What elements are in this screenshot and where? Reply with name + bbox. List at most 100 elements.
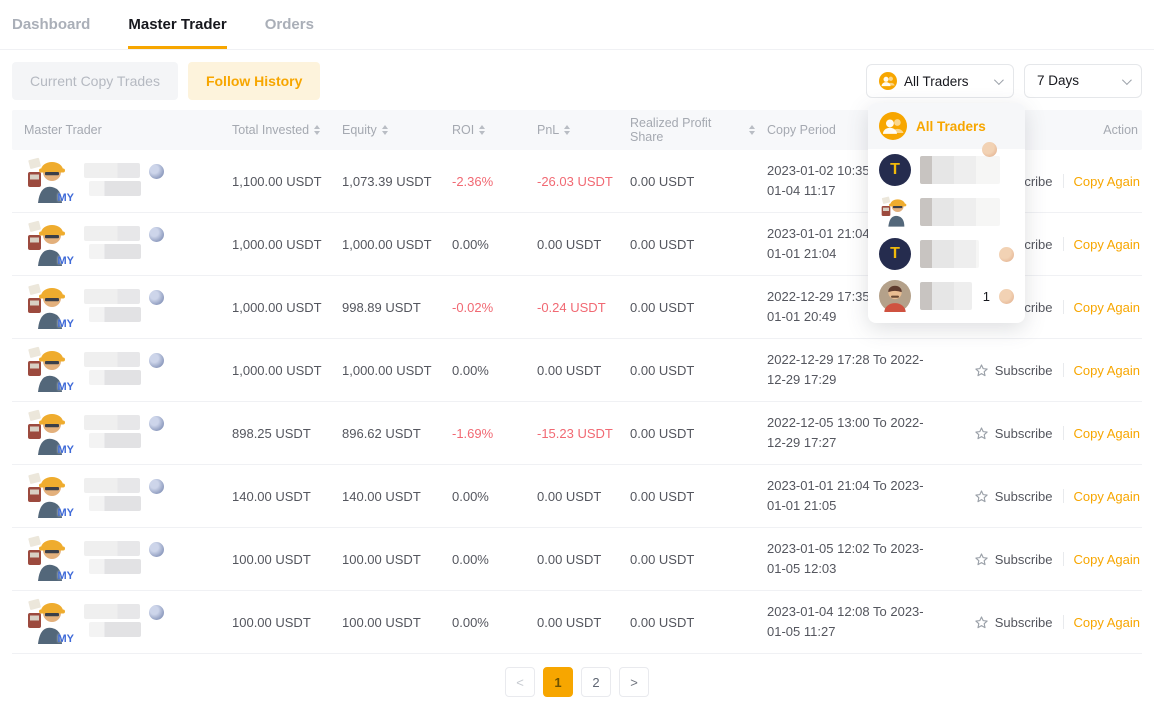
copy-again-button[interactable]: Copy Again — [1074, 426, 1141, 441]
trader-name-blurred — [84, 226, 164, 259]
action-divider — [1063, 489, 1064, 503]
my-badge: MY — [58, 318, 75, 330]
pnl-value: 0.00 USDT — [525, 489, 618, 504]
emoji-icon — [999, 247, 1014, 262]
nav-master-trader[interactable]: Master Trader — [128, 16, 226, 49]
copy-again-button[interactable]: Copy Again — [1074, 363, 1141, 378]
column-header: ROI — [440, 123, 525, 137]
equity-value: 896.62 USDT — [330, 426, 440, 441]
trader-avatar: MY — [24, 346, 72, 394]
subscribe-label: Subscribe — [995, 489, 1053, 504]
roi-value: 0.00% — [440, 615, 525, 630]
copy-period-line2: 01-05 12:03 — [767, 559, 937, 579]
sort-icon[interactable] — [479, 125, 485, 135]
trader-name-blurred — [920, 282, 972, 310]
sort-icon[interactable] — [314, 125, 320, 135]
copy-period-value: 2023-01-05 12:02 To 2023- 01-05 12:03 — [755, 539, 937, 579]
master-trader-cell[interactable]: MY — [12, 220, 220, 268]
dropdown-item-all-traders[interactable]: All Traders — [868, 103, 1025, 149]
equity-value: 140.00 USDT — [330, 489, 440, 504]
dropdown-trader-item[interactable]: T — [868, 233, 1025, 275]
master-trader-cell[interactable]: MY — [12, 346, 220, 394]
total-invested-value: 898.25 USDT — [220, 426, 330, 441]
column-header-label: Equity — [342, 123, 377, 137]
period-filter-select[interactable]: 7 Days — [1024, 64, 1142, 98]
dropdown-trader-item[interactable]: T 1 — [868, 275, 1025, 317]
column-header: Equity — [330, 123, 440, 137]
star-icon — [974, 426, 989, 441]
subscribe-button[interactable]: Subscribe — [974, 363, 1053, 378]
period-filter-value: 7 Days — [1037, 71, 1079, 92]
trader-avatar: MY — [24, 157, 72, 205]
sort-icon[interactable] — [564, 125, 570, 135]
master-trader-cell[interactable]: MY — [12, 535, 220, 583]
equity-value: 1,073.39 USDT — [330, 174, 440, 189]
pnl-value: 0.00 USDT — [525, 237, 618, 252]
pnl-value: -0.24 USDT — [525, 300, 618, 315]
realized-profit-share-value: 0.00 USDT — [618, 237, 755, 252]
trader-name-blurred — [84, 352, 164, 385]
copy-period-line2: 12-29 17:27 — [767, 433, 937, 453]
master-trader-cell[interactable]: MY — [12, 157, 220, 205]
trader-name-blurred — [84, 604, 164, 637]
copy-again-button[interactable]: Copy Again — [1074, 174, 1141, 189]
pagination-prev-button[interactable]: < — [505, 667, 535, 697]
copy-period-line1: 2023-01-05 12:02 To 2023- — [767, 539, 937, 559]
trader-name-blurred — [84, 415, 164, 448]
copy-period-line1: 2023-01-01 21:04 To 2023- — [767, 476, 937, 496]
copy-again-button[interactable]: Copy Again — [1074, 237, 1141, 252]
master-trader-cell[interactable]: MY — [12, 409, 220, 457]
action-divider — [1063, 174, 1064, 188]
master-trader-cell[interactable]: MY — [12, 283, 220, 331]
total-invested-value: 1,000.00 USDT — [220, 237, 330, 252]
action-divider — [1063, 363, 1064, 377]
tab-follow-history[interactable]: Follow History — [188, 62, 320, 100]
nav-dashboard[interactable]: Dashboard — [12, 16, 90, 49]
nav-orders[interactable]: Orders — [265, 16, 314, 49]
column-header-label: Master Trader — [24, 123, 102, 137]
dropdown-trader-item[interactable]: T — [868, 191, 1025, 233]
copy-again-button[interactable]: Copy Again — [1074, 489, 1141, 504]
all-traders-icon — [879, 112, 907, 140]
roi-value: -0.02% — [440, 300, 525, 315]
dropdown-trader-item[interactable]: T — [868, 149, 1025, 191]
subscribe-button[interactable]: Subscribe — [974, 615, 1053, 630]
copy-again-button[interactable]: Copy Again — [1074, 552, 1141, 567]
copy-period-value: 2022-12-29 17:28 To 2022- 12-29 17:29 — [755, 350, 937, 390]
copy-period-line2: 01-01 21:05 — [767, 496, 937, 516]
trader-name-blurred — [84, 289, 164, 322]
trader-filter-value: All Traders — [904, 74, 969, 89]
pagination-page-button[interactable]: 2 — [581, 667, 611, 697]
tab-current-copy-trades[interactable]: Current Copy Trades — [12, 62, 178, 100]
pagination-page-button[interactable]: 1 — [543, 667, 573, 697]
subscribe-button[interactable]: Subscribe — [974, 552, 1053, 567]
pagination-next-button[interactable]: > — [619, 667, 649, 697]
copy-period-line1: 2022-12-29 17:28 To 2022- — [767, 350, 937, 370]
equity-value: 100.00 USDT — [330, 552, 440, 567]
table-row: MY 1,000.00 USDT 1,000.00 USDT 0.00% 0.0… — [12, 339, 1142, 402]
roi-value: 0.00% — [440, 489, 525, 504]
total-invested-value: 100.00 USDT — [220, 615, 330, 630]
subscribe-button[interactable]: Subscribe — [974, 426, 1053, 441]
copy-again-button[interactable]: Copy Again — [1074, 300, 1141, 315]
master-trader-cell[interactable]: MY — [12, 598, 220, 646]
copy-again-button[interactable]: Copy Again — [1074, 615, 1141, 630]
sort-icon[interactable] — [382, 125, 388, 135]
column-header: Master Trader — [12, 123, 220, 137]
action-divider — [1063, 552, 1064, 566]
trader-medal-icon — [149, 290, 164, 305]
t-logo-avatar: T — [879, 154, 911, 186]
column-header-label: ROI — [452, 123, 474, 137]
master-trader-cell[interactable]: MY — [12, 472, 220, 520]
trader-name-blurred — [84, 541, 164, 574]
realized-profit-share-value: 0.00 USDT — [618, 552, 755, 567]
equity-value: 998.89 USDT — [330, 300, 440, 315]
trader-name-blurred — [84, 163, 164, 196]
star-icon — [974, 615, 989, 630]
total-invested-value: 1,000.00 USDT — [220, 300, 330, 315]
trader-filter-select[interactable]: All Traders — [866, 64, 1014, 98]
star-icon — [974, 489, 989, 504]
copy-period-line2: 12-29 17:29 — [767, 370, 937, 390]
emoji-icon — [982, 142, 997, 157]
subscribe-button[interactable]: Subscribe — [974, 489, 1053, 504]
